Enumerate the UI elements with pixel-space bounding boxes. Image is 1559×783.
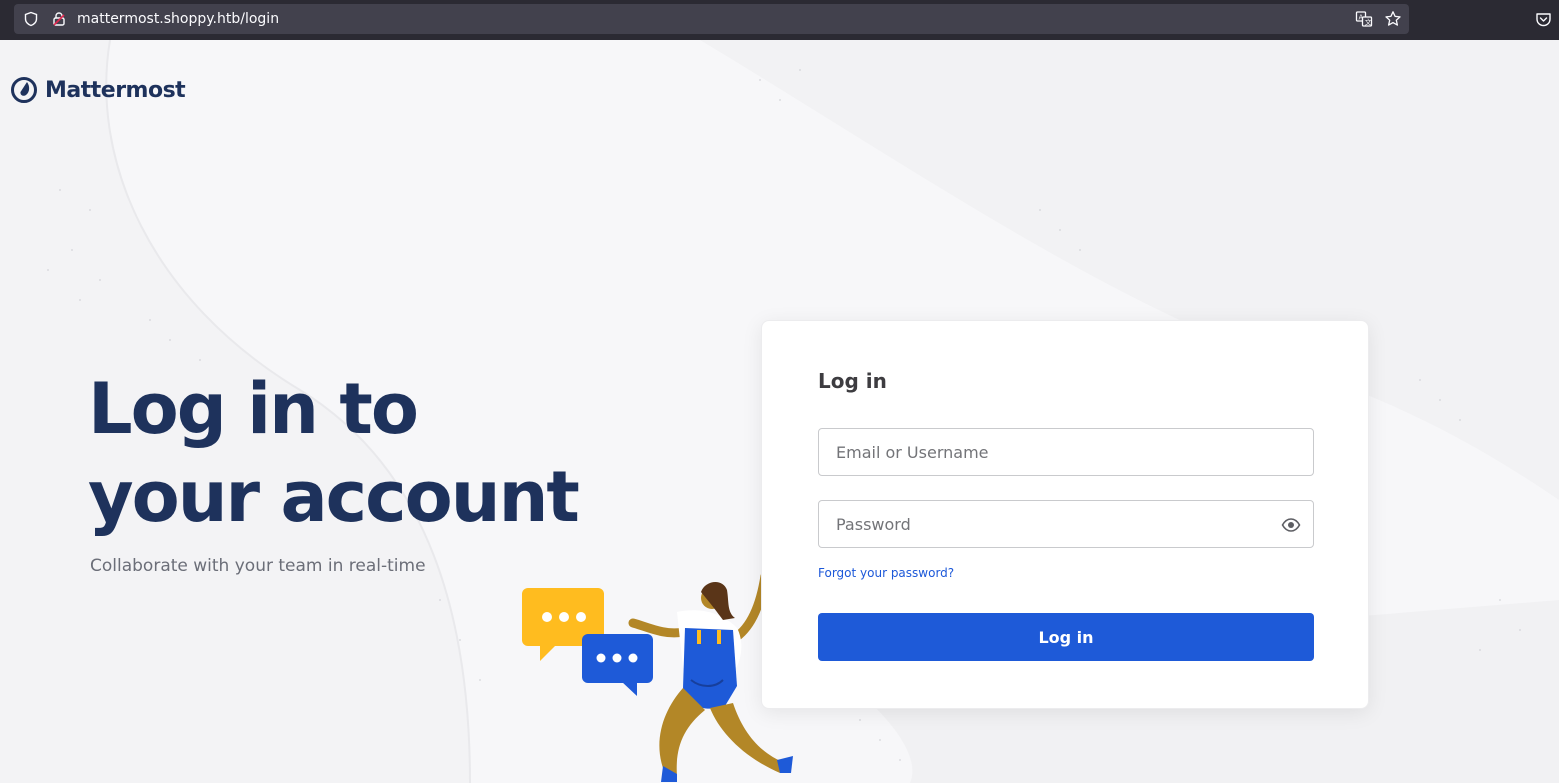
star-icon[interactable]: [1384, 10, 1402, 28]
forgot-password-link[interactable]: Forgot your password?: [818, 566, 954, 580]
hero-title-line-1: Log in to: [88, 368, 419, 450]
password-field[interactable]: [818, 500, 1314, 548]
chat-illustration: [522, 571, 793, 782]
shield-icon[interactable]: [23, 11, 39, 27]
mattermost-logo-icon: [11, 77, 37, 103]
hero-subtitle: Collaborate with your team in real-time: [90, 556, 426, 576]
svg-text:文: 文: [1365, 18, 1372, 27]
logo-text: Mattermost: [45, 77, 186, 103]
address-bar[interactable]: mattermost.shoppy.htb/login A 文: [14, 4, 1409, 34]
login-card-title: Log in: [818, 369, 887, 393]
login-submit-button[interactable]: Log in: [818, 613, 1314, 661]
email-input[interactable]: [819, 429, 1313, 475]
login-page: Mattermost Log in to your account Collab…: [0, 40, 1559, 783]
hero-title-line-2: your account: [88, 456, 580, 538]
browser-toolbar: mattermost.shoppy.htb/login A 文: [0, 0, 1559, 40]
svg-text:A: A: [1359, 14, 1364, 22]
pocket-icon[interactable]: [1535, 11, 1552, 28]
password-input[interactable]: [819, 501, 1313, 547]
blue-chat-bubble-icon: [582, 634, 653, 696]
login-card: Log in Forgot your password? Log in: [761, 320, 1369, 709]
hero-title: Log in to your account: [88, 365, 648, 541]
mattermost-logo[interactable]: Mattermost: [10, 75, 186, 105]
lock-icon[interactable]: [51, 11, 67, 27]
show-password-eye-icon[interactable]: [1281, 515, 1301, 535]
email-field[interactable]: [818, 428, 1314, 476]
url-text[interactable]: mattermost.shoppy.htb/login: [77, 10, 279, 28]
translate-icon[interactable]: A 文: [1355, 10, 1373, 28]
